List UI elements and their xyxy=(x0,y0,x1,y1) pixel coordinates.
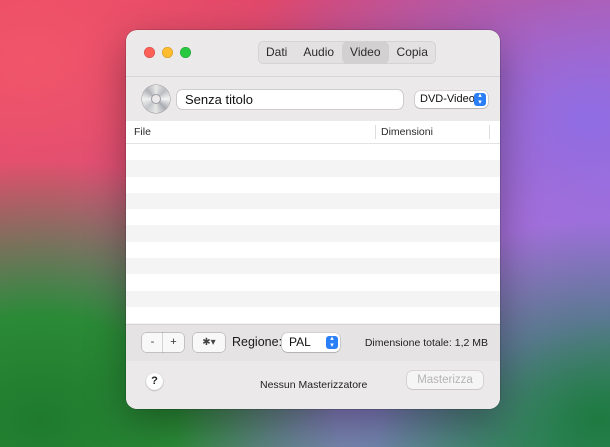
column-header-file[interactable]: File xyxy=(134,126,151,138)
minimize-button[interactable] xyxy=(162,47,173,58)
region-select[interactable]: PAL ▴ ▾ xyxy=(282,333,340,352)
column-divider[interactable] xyxy=(489,125,490,139)
table-row xyxy=(126,144,500,160)
region-stepper-icon: ▴ ▾ xyxy=(326,335,338,349)
format-value: DVD-Video xyxy=(420,93,475,105)
tab-dati[interactable]: Dati xyxy=(258,41,295,64)
region-label: Regione: xyxy=(232,335,283,349)
table-header: File Dimensioni xyxy=(126,121,500,144)
column-header-size[interactable]: Dimensioni xyxy=(381,126,433,138)
file-table[interactable]: File Dimensioni xyxy=(126,121,500,324)
total-size-label: Dimensione totale: 1,2 MB xyxy=(364,337,488,349)
gear-menu-button[interactable]: ✱▾ xyxy=(193,333,225,352)
disc-title-field[interactable]: Senza titolo xyxy=(177,90,403,109)
table-row xyxy=(126,274,500,290)
burn-window: Dati Audio Video Copia Senza titolo DVD-… xyxy=(126,30,500,409)
region-value: PAL xyxy=(289,335,311,349)
zoom-button[interactable] xyxy=(180,47,191,58)
burn-button[interactable]: Masterizza xyxy=(407,371,483,389)
help-button[interactable]: ? xyxy=(146,373,163,390)
tab-audio[interactable]: Audio xyxy=(295,41,342,64)
table-row xyxy=(126,192,500,210)
close-button[interactable] xyxy=(144,47,155,58)
add-button[interactable]: + xyxy=(163,333,184,352)
column-divider[interactable] xyxy=(375,125,376,139)
format-select[interactable]: DVD-Video ▴ ▾ xyxy=(415,91,488,108)
tab-copia[interactable]: Copia xyxy=(389,41,436,64)
title-bar: Dati Audio Video Copia xyxy=(126,30,500,76)
table-row xyxy=(126,160,500,177)
remove-button[interactable]: - xyxy=(142,333,163,352)
tab-video[interactable]: Video xyxy=(342,41,389,64)
footer: ? Nessun Masterizzatore Masterizza xyxy=(126,361,500,409)
table-row xyxy=(126,290,500,307)
table-row xyxy=(126,177,500,193)
mode-tabs: Dati Audio Video Copia xyxy=(258,41,436,64)
dvd-disc-icon xyxy=(142,85,170,113)
table-row xyxy=(126,258,500,275)
table-row xyxy=(126,209,500,225)
table-row xyxy=(126,225,500,242)
table-rows xyxy=(126,144,500,324)
table-row xyxy=(126,307,500,323)
burner-status: Nessun Masterizzatore xyxy=(260,379,368,391)
format-stepper-icon: ▴ ▾ xyxy=(474,92,486,106)
bottom-bar: - + ✱▾ Regione: PAL ▴ ▾ Dimensione totale… xyxy=(126,324,500,361)
table-row xyxy=(126,242,500,258)
